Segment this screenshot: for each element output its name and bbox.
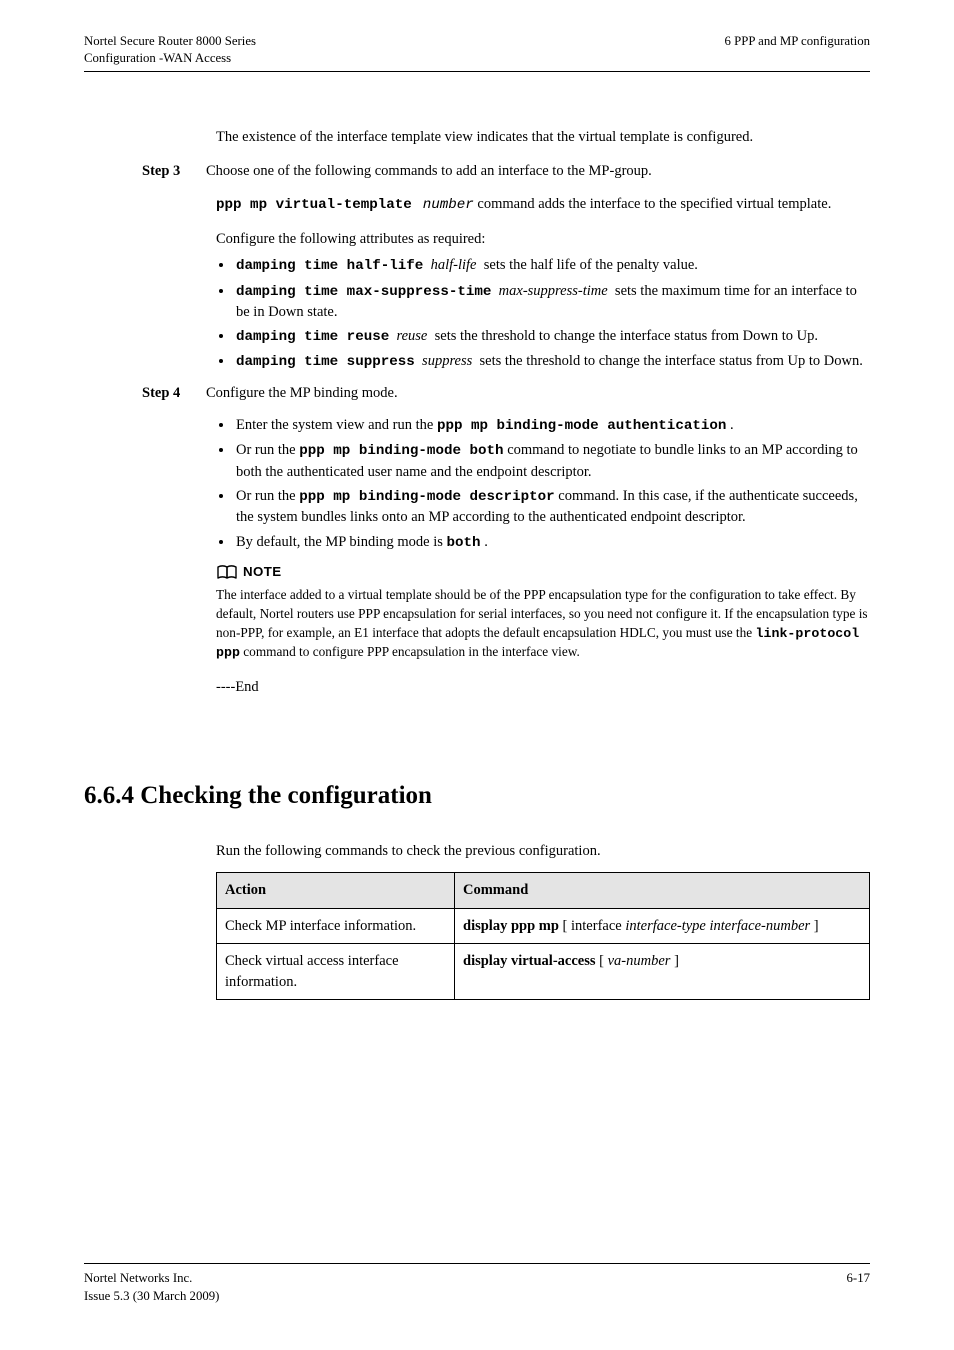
book-icon [216, 564, 238, 580]
cmd-tail: [ [596, 953, 608, 969]
header-left: Nortel Secure Router 8000 Series Configu… [84, 33, 256, 68]
step-4: Step 4 Configure the MP binding mode. [216, 383, 870, 404]
header-left-line2: Configuration -WAN Access [84, 50, 256, 67]
cell-action: Check virtual access interface informati… [217, 944, 455, 1000]
note-head: NOTE [216, 563, 870, 582]
cmd-text: display virtual-access [463, 953, 596, 969]
footer-left: Nortel Networks Inc. Issue 5.3 (30 March… [84, 1270, 219, 1305]
cmd-arg: interface-type interface-number [625, 918, 810, 934]
cmd-text: ppp mp binding-mode both [299, 443, 503, 459]
cmd-text: damping time half-life [236, 258, 423, 274]
list-item-tail: sets the half life of the penalty value. [484, 257, 698, 273]
page-footer: Nortel Networks Inc. Issue 5.3 (30 March… [84, 1263, 870, 1305]
cmd-text: ppp mp binding-mode authentication [437, 418, 726, 434]
header-right: 6 PPP and MP configuration [724, 33, 870, 68]
list-item: damping time suppress suppress sets the … [234, 351, 870, 372]
cmd-text: display ppp mp [463, 918, 559, 934]
cell-command: display ppp mp [ interface interface-typ… [455, 908, 870, 944]
col-header-action: Action [217, 873, 455, 909]
list-item: damping time max-suppress-time max-suppr… [234, 281, 870, 323]
step-3: Step 3 Choose one of the following comma… [216, 161, 870, 182]
table-row: Check MP interface information. display … [217, 908, 870, 944]
cmd-text: ppp mp virtual-template [216, 197, 412, 213]
footer-rule [84, 1263, 870, 1264]
note-label: NOTE [243, 563, 282, 582]
bullet-after: . [730, 417, 734, 433]
table-header-row: Action Command [217, 873, 870, 909]
cmd-arg: va-number [608, 953, 671, 969]
cmd-close: ] [670, 953, 678, 969]
end-marker: ----End [216, 677, 870, 698]
step3-para-1: ppp mp virtual-template number command a… [216, 194, 870, 215]
header-left-line1: Nortel Secure Router 8000 Series [84, 33, 256, 50]
header-right-line2: 6 PPP and MP configuration [724, 33, 870, 50]
list-item-tail: sets the threshold to change the interfa… [480, 353, 863, 369]
cmd-arg: suppress [422, 353, 472, 369]
footer-right: 6-17 [847, 1270, 870, 1305]
cmd-close: ] [810, 918, 818, 934]
note-block: NOTE The interface added to a virtual te… [216, 563, 870, 663]
section-lead: Run the following commands to check the … [216, 841, 870, 862]
command-table: Action Command Check MP interface inform… [216, 872, 870, 1000]
step4-bullets: Enter the system view and run the ppp mp… [216, 415, 870, 553]
step-4-label: Step 4 [142, 383, 206, 404]
page-number: 6-17 [847, 1270, 870, 1287]
col-header-command: Command [455, 873, 870, 909]
list-item: damping time reuse reuse sets the thresh… [234, 326, 870, 347]
page: Nortel Secure Router 8000 Series Configu… [0, 0, 954, 1350]
step3-para-2: Configure the following attributes as re… [216, 229, 870, 250]
pre-step3-paragraph: The existence of the interface template … [216, 127, 870, 148]
cmd-text: both [447, 535, 481, 551]
step-3-text: Choose one of the following commands to … [206, 161, 870, 182]
cell-action: Check MP interface information. [217, 908, 455, 944]
footer-left-line1: Nortel Networks Inc. [84, 1270, 219, 1287]
note-after: command to configure PPP encapsulation i… [243, 644, 580, 659]
footer-left-line2: Issue 5.3 (30 March 2009) [84, 1288, 219, 1305]
footer-line: Nortel Networks Inc. Issue 5.3 (30 March… [84, 1270, 870, 1305]
list-item-tail: sets the threshold to change the interfa… [435, 328, 818, 344]
step3-bullets: damping time half-life half-life sets th… [216, 255, 870, 372]
cmd-arg: reuse [397, 328, 428, 344]
list-item: Or run the ppp mp binding-mode descripto… [234, 486, 870, 528]
list-item: Or run the ppp mp binding-mode both comm… [234, 440, 870, 482]
section-heading: 6.6.4 Checking the configuration [84, 778, 870, 814]
list-item: damping time half-life half-life sets th… [234, 255, 870, 276]
bullet-before: Or run the [236, 442, 299, 458]
note-body: The interface added to a virtual templat… [216, 586, 870, 664]
cmd-text: ppp mp binding-mode descriptor [299, 489, 554, 505]
bullet-after: . [484, 534, 488, 550]
body: The existence of the interface template … [84, 72, 870, 1001]
step-4-text: Configure the MP binding mode. [206, 383, 870, 404]
step3-para-1-tail: command adds the interface to the specif… [477, 196, 831, 212]
cmd-text: damping time max-suppress-time [236, 284, 491, 300]
bullet-before: By default, the MP binding mode is [236, 534, 447, 550]
list-item: Enter the system view and run the ppp mp… [234, 415, 870, 436]
cmd-text: damping time suppress [236, 354, 415, 370]
list-item: By default, the MP binding mode is both … [234, 532, 870, 553]
cmd-arg: number [423, 197, 474, 213]
cmd-arg: max-suppress-time [499, 283, 608, 299]
cmd-text: damping time reuse [236, 329, 389, 345]
cmd-arg: half-life [431, 257, 477, 273]
step-3-label: Step 3 [142, 161, 206, 182]
bullet-before: Enter the system view and run the [236, 417, 437, 433]
page-header: Nortel Secure Router 8000 Series Configu… [84, 33, 870, 68]
table-row: Check virtual access interface informati… [217, 944, 870, 1000]
bullet-before: Or run the [236, 488, 299, 504]
cmd-tail: [ interface [559, 918, 625, 934]
cell-command: display virtual-access [ va-number ] [455, 944, 870, 1000]
